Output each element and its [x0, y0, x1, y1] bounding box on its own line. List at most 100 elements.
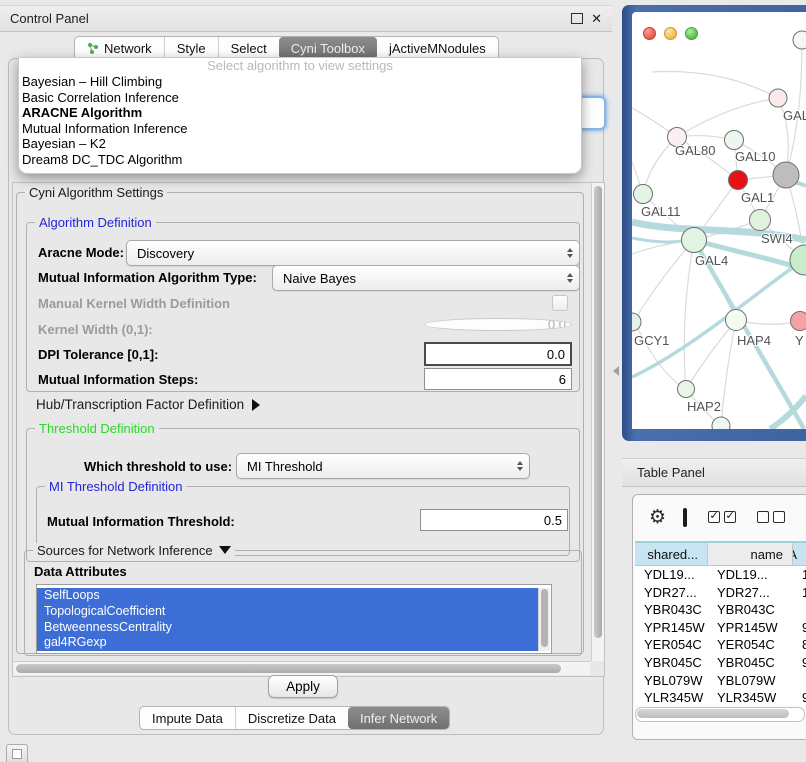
table-cell[interactable]: YDR27... — [708, 584, 793, 602]
network-node[interactable] — [791, 312, 806, 331]
table-row[interactable]: YBR043CYBR043C — [635, 601, 806, 619]
aracne-mode-combo[interactable]: Discovery — [126, 240, 580, 266]
data-attribute-item[interactable]: BetweennessCentrality — [37, 620, 545, 636]
table-cell[interactable]: YLR345W — [708, 689, 793, 705]
table-cell[interactable]: YPR145W — [635, 619, 708, 637]
gear-icon[interactable]: ⚙ — [649, 508, 666, 527]
network-node[interactable] — [769, 89, 787, 107]
tab-jactivemnodules[interactable]: jActiveMNodules — [377, 37, 498, 59]
settings-vertical-scrollbar[interactable] — [591, 183, 604, 661]
table-cell[interactable]: YDL19... — [708, 566, 793, 584]
table-row[interactable]: YBR045CYBR045C9. — [635, 654, 806, 672]
column-header-name[interactable]: name — [708, 543, 793, 565]
column-header-shared-name[interactable]: shared... — [635, 543, 708, 565]
mi-threshold-field[interactable] — [420, 509, 568, 531]
network-node[interactable] — [793, 31, 806, 49]
column-header-partial[interactable]: A — [793, 543, 806, 565]
network-canvas[interactable]: GALGAL80GAL10GAL1GAL11SWI4GAL4GCY1HAP4YH… — [632, 30, 806, 429]
hub-transcription-expander[interactable]: Hub/Transcription Factor Definition — [36, 397, 260, 412]
network-node[interactable] — [634, 185, 653, 204]
data-attribute-item[interactable]: TopologicalCoefficient — [37, 604, 545, 620]
table-row[interactable]: YBL079WYBL079W — [635, 672, 806, 690]
manual-kernel-width-checkbox[interactable] — [552, 295, 568, 311]
network-edge[interactable] — [684, 240, 694, 389]
table-cell[interactable]: 9. — [793, 689, 806, 705]
network-node[interactable] — [682, 228, 707, 253]
table-panel-titlebar: Table Panel — [622, 458, 806, 487]
tab-discretize-data[interactable]: Discretize Data — [235, 707, 348, 729]
table-cell[interactable]: YBL079W — [708, 672, 793, 690]
table-cell[interactable]: YDL19... — [635, 566, 708, 584]
table-cell[interactable]: 13 — [793, 566, 806, 584]
table-row[interactable]: YLR345WYLR345W9. — [635, 689, 806, 705]
network-node[interactable] — [773, 162, 799, 188]
tab-style[interactable]: Style — [164, 37, 218, 59]
algorithm-option[interactable]: Mutual Information Inference — [19, 121, 581, 137]
tab-impute-data[interactable]: Impute Data — [140, 707, 235, 729]
mi-threshold-label: Mutual Information Threshold: — [47, 514, 235, 529]
table-cell[interactable]: YBL079W — [635, 672, 708, 690]
network-node[interactable] — [729, 171, 748, 190]
data-attribute-item[interactable]: gal4RGexp — [37, 635, 545, 651]
network-edge[interactable] — [677, 98, 778, 137]
table-cell[interactable]: 12 — [793, 584, 806, 602]
table-cell[interactable]: 8. — [793, 636, 806, 654]
combo-arrows-icon — [567, 248, 573, 258]
mi-algorithm-type-combo[interactable]: Naive Bayes — [272, 265, 580, 291]
table-cell[interactable]: YPR145W — [708, 619, 793, 637]
table-cell[interactable]: YBR043C — [708, 601, 793, 619]
table-cell[interactable]: 9. — [793, 619, 806, 637]
network-edge[interactable] — [652, 72, 778, 98]
table-horizontal-scrollbar[interactable] — [635, 707, 805, 722]
settings-horizontal-scrollbar[interactable] — [13, 661, 590, 675]
table-cell[interactable]: YBR045C — [708, 654, 793, 672]
tab-cyni-toolbox[interactable]: Cyni Toolbox — [279, 37, 377, 59]
algorithm-option[interactable]: Basic Correlation Inference — [19, 90, 581, 106]
table-cell[interactable]: YLR345W — [635, 689, 708, 705]
network-node[interactable] — [632, 313, 641, 331]
table-cell[interactable]: YBR045C — [635, 654, 708, 672]
network-node[interactable] — [725, 131, 744, 150]
algorithm-option[interactable]: Bayesian – K2 — [19, 136, 581, 152]
table-row[interactable]: YER054CYER054C8. — [635, 636, 806, 654]
table-row[interactable]: YDR27...YDR27...12 — [635, 584, 806, 602]
apply-button[interactable]: Apply — [268, 675, 338, 698]
data-attributes-list[interactable]: SelfLoopsTopologicalCoefficientBetweenne… — [36, 584, 552, 654]
algorithm-option[interactable]: Dream8 DC_TDC Algorithm — [19, 152, 581, 168]
table-cell[interactable] — [793, 601, 806, 619]
tab-select[interactable]: Select — [218, 37, 279, 59]
tab-infer-network[interactable]: Infer Network — [348, 707, 449, 729]
data-attribute-item[interactable]: SelfLoops — [37, 588, 545, 604]
kernel-width-field[interactable] — [424, 318, 572, 331]
network-node[interactable] — [750, 210, 771, 231]
table-cell[interactable] — [793, 672, 806, 690]
close-panel-icon[interactable]: ✕ — [591, 12, 602, 25]
dpi-tolerance-field[interactable] — [424, 342, 572, 366]
collapsed-panel-button[interactable] — [6, 744, 28, 762]
which-threshold-combo[interactable]: MI Threshold — [236, 453, 530, 479]
mi-steps-field[interactable] — [424, 368, 572, 390]
table-cell[interactable]: YER054C — [708, 636, 793, 654]
network-edge[interactable] — [632, 258, 806, 377]
network-edge[interactable] — [634, 321, 686, 389]
sources-expander[interactable]: Sources for Network Inference — [33, 543, 235, 558]
split-pane-collapse-handle[interactable] — [613, 366, 619, 376]
table-cell[interactable]: YDR27... — [635, 584, 708, 602]
table-row[interactable]: YDL19...YDL19...13 — [635, 566, 806, 584]
split-table-icon[interactable] — [683, 508, 687, 527]
network-window: GALGAL80GAL10GAL1GAL11SWI4GAL4GCY1HAP4YH… — [632, 12, 806, 429]
table-cell[interactable]: YBR043C — [635, 601, 708, 619]
network-node[interactable] — [712, 417, 730, 429]
attribute-list-scrollbar[interactable] — [538, 588, 550, 651]
network-node[interactable] — [678, 381, 695, 398]
table-cell[interactable]: YER054C — [635, 636, 708, 654]
tab-network[interactable]: Network — [75, 37, 164, 59]
select-all-icon[interactable] — [708, 511, 736, 523]
deselect-all-icon[interactable] — [757, 511, 785, 523]
table-row[interactable]: YPR145WYPR145W9. — [635, 619, 806, 637]
table-cell[interactable]: 9. — [793, 654, 806, 672]
network-node[interactable] — [726, 310, 747, 331]
algorithm-option[interactable]: ARACNE Algorithm — [19, 105, 581, 121]
algorithm-option[interactable]: Bayesian – Hill Climbing — [19, 74, 581, 90]
float-panel-icon[interactable] — [571, 13, 583, 24]
